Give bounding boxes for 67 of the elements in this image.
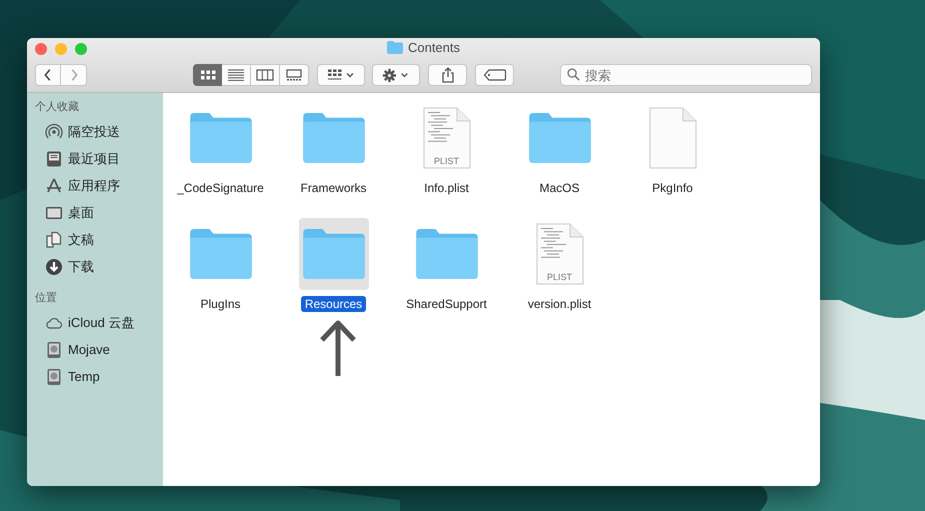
search-icon	[567, 68, 580, 81]
sidebar-label: 文稿	[68, 230, 94, 248]
column-view-icon	[255, 68, 275, 82]
window-title: Contents	[408, 40, 460, 55]
sidebar-label: 下载	[68, 258, 94, 276]
folder-icon[interactable]	[416, 229, 478, 279]
file-name[interactable]: SharedSupport	[402, 296, 491, 312]
sidebar-label: 隔空投送	[68, 122, 120, 140]
download-icon	[45, 258, 63, 276]
search-field[interactable]: 搜索	[560, 64, 812, 86]
file-name[interactable]: PkgInfo	[648, 180, 697, 196]
back-icon	[43, 68, 53, 82]
sidebar-item[interactable]: 文稿	[35, 226, 163, 253]
tray-icon	[45, 150, 63, 168]
forward-icon	[68, 68, 78, 82]
share-button[interactable]	[428, 64, 467, 86]
sidebar-label: 桌面	[68, 204, 94, 222]
view-mode-button[interactable]	[193, 64, 222, 86]
folder-icon	[386, 41, 403, 54]
sidebar-item[interactable]: Mojave	[35, 336, 163, 363]
sidebar-item[interactable]: Temp	[35, 363, 163, 390]
blank-file-icon[interactable]	[648, 107, 696, 169]
file-name[interactable]: PlugIns	[196, 296, 245, 312]
sidebar-item[interactable]: 最近项目	[35, 145, 163, 172]
sidebar-heading: 位置	[35, 291, 58, 305]
folder-icon[interactable]	[190, 113, 252, 163]
plist-file-icon[interactable]: PLIST	[536, 223, 584, 285]
list-view-icon	[226, 68, 246, 82]
file-name[interactable]: Resources	[300, 296, 366, 312]
view-mode-button[interactable]	[280, 64, 309, 86]
group-by-button[interactable]	[317, 64, 365, 86]
apps-icon	[45, 176, 63, 194]
sidebar-label: 应用程序	[68, 176, 120, 194]
sidebar-item[interactable]: 隔空投送	[35, 118, 163, 145]
tag-button[interactable]	[475, 64, 514, 86]
sidebar-item[interactable]: 桌面	[35, 199, 163, 226]
sidebar-label: 最近项目	[68, 150, 120, 168]
minimize-button[interactable]	[55, 42, 67, 54]
airdrop-icon	[45, 122, 63, 140]
action-button[interactable]	[372, 64, 420, 86]
grid-dropdown-icon	[326, 68, 356, 82]
plist-file-icon[interactable]: PLIST	[422, 107, 470, 169]
file-name[interactable]: MacOS	[535, 180, 584, 196]
tag-icon	[482, 69, 506, 81]
back-button[interactable]	[35, 64, 61, 86]
folder-icon[interactable]	[190, 229, 252, 279]
sidebar-label: iCloud 云盘	[68, 314, 134, 332]
sidebar-heading: 个人收藏	[35, 100, 80, 114]
file-name[interactable]: Info.plist	[420, 180, 473, 196]
file-name[interactable]: _CodeSignature	[173, 180, 268, 196]
close-button[interactable]	[35, 42, 47, 54]
sidebar-label: Temp	[68, 369, 100, 384]
folder-icon[interactable]	[528, 113, 590, 163]
sidebar-label: Mojave	[68, 342, 110, 357]
sidebar-item[interactable]: 应用程序	[35, 172, 163, 199]
file-name[interactable]: Frameworks	[296, 180, 370, 196]
zoom-button[interactable]	[75, 42, 87, 54]
gallery-view-icon	[284, 68, 304, 82]
folder-icon[interactable]	[302, 229, 364, 279]
share-icon	[440, 67, 454, 83]
sidebar-item[interactable]: iCloud 云盘	[35, 309, 163, 336]
document-icon	[45, 230, 63, 248]
file-name[interactable]: version.plist	[524, 296, 596, 312]
sidebar-item[interactable]: 下载	[35, 253, 163, 280]
view-mode-button[interactable]	[222, 64, 251, 86]
view-mode-button[interactable]	[251, 64, 280, 86]
folder-icon[interactable]	[302, 113, 364, 163]
